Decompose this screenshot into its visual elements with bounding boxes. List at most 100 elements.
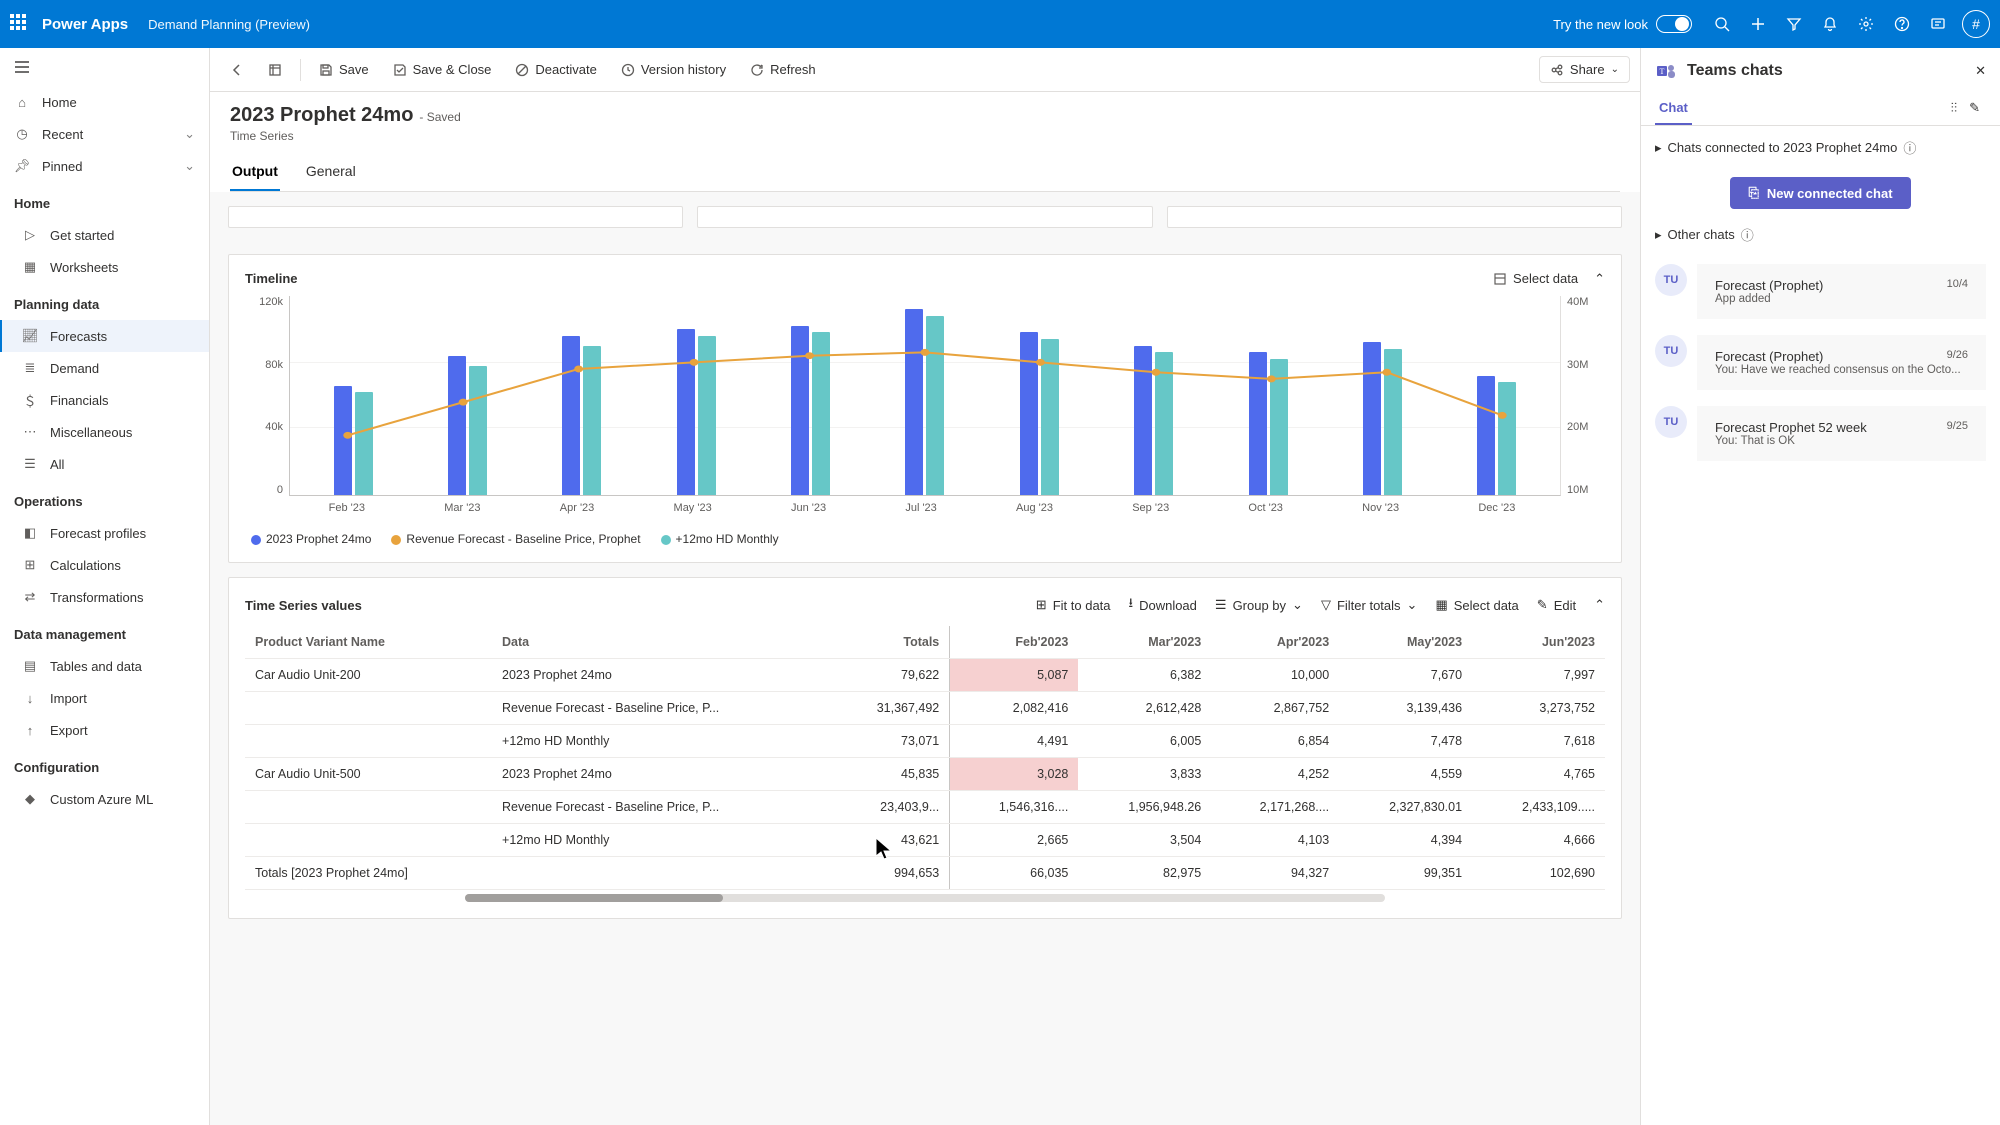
nav-calculations[interactable]: ⊞Calculations xyxy=(0,549,209,581)
refresh-button[interactable]: Refresh xyxy=(740,56,826,83)
bar-series2[interactable] xyxy=(1384,349,1402,495)
nav-demand[interactable]: ≣Demand xyxy=(0,352,209,384)
new-connected-chat-button[interactable]: ⎘New connected chat xyxy=(1730,177,1910,209)
filter-totals-button[interactable]: ▽ Filter totals ⌄ xyxy=(1313,593,1425,617)
y-axis-left: 120k80k40k0 xyxy=(245,296,289,496)
bar-series2[interactable] xyxy=(583,346,601,495)
bar-series2[interactable] xyxy=(1270,359,1288,495)
bar-series1[interactable] xyxy=(677,329,695,495)
version-history-button[interactable]: Version history xyxy=(611,56,736,83)
bar-series2[interactable] xyxy=(1041,339,1059,495)
tab-general[interactable]: General xyxy=(304,155,358,191)
bar-series2[interactable] xyxy=(812,332,830,495)
nav-pinned[interactable]: 📌︎Pinned⌄ xyxy=(0,150,209,182)
table-row[interactable]: Revenue Forecast - Baseline Price, P...3… xyxy=(245,692,1605,725)
app-launcher-icon[interactable] xyxy=(10,14,30,34)
tab-output[interactable]: Output xyxy=(230,155,280,191)
horizontal-scrollbar[interactable] xyxy=(465,894,1385,902)
nav-custom-azure-ml[interactable]: ◆Custom Azure ML xyxy=(0,783,209,815)
connected-section-header[interactable]: ▸Chats connected to 2023 Prophet 24moⓘ xyxy=(1655,138,1986,157)
search-icon[interactable] xyxy=(1706,8,1738,40)
collapse-grid-icon[interactable]: ⌃ xyxy=(1594,597,1605,613)
chat-item[interactable]: TU Forecast Prophet 52 week9/25 You: Tha… xyxy=(1641,398,2000,469)
nav-import[interactable]: ↓Import xyxy=(0,682,209,714)
nav-forecasts[interactable]: 📈︎Forecasts xyxy=(0,320,209,352)
column-header[interactable]: Feb'2023 xyxy=(950,626,1079,659)
table-row[interactable]: Car Audio Unit-5002023 Prophet 24mo45,83… xyxy=(245,758,1605,791)
help-icon[interactable] xyxy=(1886,8,1918,40)
close-chat-icon[interactable]: ✕ xyxy=(1975,63,1986,79)
collapse-icon[interactable]: ⌃ xyxy=(1594,271,1605,287)
nav-recent[interactable]: ◷Recent⌄ xyxy=(0,118,209,150)
nav-all[interactable]: ☰All xyxy=(0,448,209,480)
bar-series1[interactable] xyxy=(1363,342,1381,495)
fit-to-data-button[interactable]: ⊞ Fit to data xyxy=(1028,593,1119,617)
nav-worksheets[interactable]: ▦Worksheets xyxy=(0,251,209,283)
nav-miscellaneous[interactable]: ⋯Miscellaneous xyxy=(0,416,209,448)
bar-series2[interactable] xyxy=(926,316,944,495)
bar-series1[interactable] xyxy=(791,326,809,495)
bar-series1[interactable] xyxy=(905,309,923,495)
select-data-grid-button[interactable]: ▦ Select data xyxy=(1427,593,1526,617)
column-header[interactable]: Product Variant Name xyxy=(245,626,492,659)
open-new-window-button[interactable] xyxy=(258,57,292,83)
bar-series1[interactable] xyxy=(334,386,352,495)
try-new-look-toggle[interactable]: Try the new look xyxy=(1553,15,1692,33)
save-button[interactable]: Save xyxy=(309,56,379,83)
bar-series1[interactable] xyxy=(562,336,580,495)
nav-export[interactable]: ↑Export xyxy=(0,714,209,746)
table-row[interactable]: +12mo HD Monthly43,6212,6653,5044,1034,3… xyxy=(245,824,1605,857)
column-header[interactable]: Jun'2023 xyxy=(1472,626,1605,659)
select-data-button[interactable]: Select data xyxy=(1485,267,1586,290)
notifications-icon[interactable] xyxy=(1814,8,1846,40)
nav-collapse-icon[interactable] xyxy=(0,48,209,86)
table-row[interactable]: +12mo HD Monthly73,0714,4916,0056,8547,4… xyxy=(245,725,1605,758)
bar-series2[interactable] xyxy=(355,392,373,495)
pin-icon: 📌︎ xyxy=(14,158,30,174)
nav-home[interactable]: ⌂Home xyxy=(0,86,209,118)
table-row[interactable]: Revenue Forecast - Baseline Price, P...2… xyxy=(245,791,1605,824)
column-header[interactable]: May'2023 xyxy=(1339,626,1472,659)
nav-financials[interactable]: ＄Financials xyxy=(0,384,209,416)
edit-button[interactable]: ✎ Edit xyxy=(1529,593,1584,617)
bar-series2[interactable] xyxy=(1155,352,1173,495)
bar-series1[interactable] xyxy=(1249,352,1267,495)
nav-tables[interactable]: ▤Tables and data xyxy=(0,650,209,682)
bar-series2[interactable] xyxy=(698,336,716,495)
download-button[interactable]: ⭳ Download xyxy=(1121,590,1205,620)
settings-icon[interactable] xyxy=(1850,8,1882,40)
bar-series1[interactable] xyxy=(1477,376,1495,495)
back-button[interactable] xyxy=(220,57,254,83)
column-header[interactable]: Apr'2023 xyxy=(1211,626,1339,659)
chart-area xyxy=(289,296,1561,496)
info-icon[interactable]: ⓘ xyxy=(1741,225,1754,244)
nav-transformations[interactable]: ⇄Transformations xyxy=(0,581,209,613)
column-header[interactable]: Data xyxy=(492,626,831,659)
save-close-button[interactable]: Save & Close xyxy=(383,56,502,83)
column-header[interactable]: Mar'2023 xyxy=(1078,626,1211,659)
nav-forecast-profiles[interactable]: ◧Forecast profiles xyxy=(0,517,209,549)
chat-item[interactable]: TU Forecast (Prophet)10/4 App added xyxy=(1641,256,2000,327)
chat-tab[interactable]: Chat xyxy=(1655,94,1692,125)
table-row[interactable]: Car Audio Unit-2002023 Prophet 24mo79,62… xyxy=(245,659,1605,692)
filter-icon[interactable] xyxy=(1778,8,1810,40)
info-icon[interactable]: ⓘ xyxy=(1903,138,1916,157)
nav-get-started[interactable]: ▷Get started xyxy=(0,219,209,251)
bar-series2[interactable] xyxy=(469,366,487,495)
user-avatar[interactable]: # xyxy=(1962,10,1990,38)
chat-item[interactable]: TU Forecast (Prophet)9/26 You: Have we r… xyxy=(1641,327,2000,398)
bar-series1[interactable] xyxy=(1134,346,1152,495)
bar-series1[interactable] xyxy=(1020,332,1038,495)
assistant-icon[interactable] xyxy=(1922,8,1954,40)
share-button[interactable]: Share⌄ xyxy=(1539,56,1630,83)
column-header[interactable]: Totals xyxy=(831,626,950,659)
other-section-header[interactable]: ▸Other chatsⓘ xyxy=(1655,225,1986,244)
filter-chat-icon[interactable]: ⫶⫶ xyxy=(1945,94,1964,125)
deactivate-button[interactable]: Deactivate xyxy=(505,56,606,83)
bar-series2[interactable] xyxy=(1498,382,1516,495)
group-by-button[interactable]: ☰ Group by ⌄ xyxy=(1207,593,1311,617)
ts-values-grid[interactable]: Product Variant NameDataTotalsFeb'2023Ma… xyxy=(245,626,1605,890)
compose-chat-icon[interactable]: ✎ xyxy=(1963,94,1986,125)
add-icon[interactable] xyxy=(1742,8,1774,40)
bar-series1[interactable] xyxy=(448,356,466,495)
